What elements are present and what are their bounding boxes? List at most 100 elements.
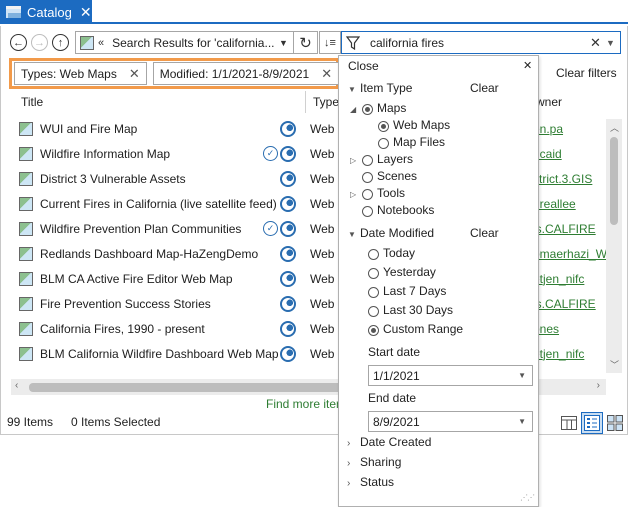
collapsed-section[interactable]: Status (360, 475, 394, 489)
owner-link[interactable]: etjen_nifc (533, 272, 584, 286)
expand-triangle-icon[interactable]: ▷ (350, 156, 356, 165)
chevron-down-icon[interactable]: ▼ (348, 230, 356, 239)
back-button[interactable]: ← (10, 34, 27, 51)
expanded-triangle-icon[interactable]: ◢ (350, 105, 356, 114)
item-type-option[interactable]: Map Files (393, 135, 445, 149)
chevron-down-icon[interactable]: ▼ (348, 85, 356, 94)
authoritative-check-icon: ✓ (263, 146, 278, 161)
item-type-option[interactable]: Layers (377, 152, 413, 166)
location-bar[interactable]: « Search Results for 'california... ▼ ↻ (75, 31, 318, 54)
date-option[interactable]: Last 30 Days (383, 303, 453, 317)
breadcrumb-overflow[interactable]: « (98, 37, 104, 49)
item-type-option[interactable]: Maps (377, 101, 406, 115)
item-type-option[interactable]: Scenes (377, 169, 417, 183)
column-divider[interactable] (305, 91, 306, 113)
radio-button[interactable] (368, 306, 379, 317)
scroll-thumb[interactable] (610, 137, 618, 225)
find-more-items-link[interactable]: Find more iter (266, 397, 340, 411)
owner-link[interactable]: dreallee (533, 197, 576, 211)
remove-chip-icon[interactable]: ✕ (129, 66, 140, 82)
web-map-icon (19, 146, 33, 161)
column-header-owner[interactable]: wner (536, 95, 562, 109)
tiles-view-icon (607, 415, 623, 431)
radio-button[interactable] (378, 138, 389, 149)
clear-search-icon[interactable]: ✕ (590, 35, 606, 51)
date-option[interactable]: Custom Range (383, 322, 463, 336)
item-title: Current Fires in California (live satell… (40, 196, 277, 211)
globe-icon (280, 170, 296, 187)
radio-button[interactable] (362, 104, 373, 115)
scroll-down-icon[interactable]: ﹀ (610, 358, 619, 371)
filter-panel: Close ✕ ▼ Item Type Clear ◢ Maps Web Maps M… (338, 55, 539, 507)
item-title: California Fires, 1990 - present (40, 321, 205, 336)
filter-chip-types[interactable]: Types: Web Maps ✕ (14, 62, 147, 85)
location-dropdown-icon[interactable]: ▼ (279, 38, 293, 48)
up-button[interactable]: ↑ (52, 34, 69, 51)
date-option[interactable]: Last 7 Days (383, 284, 446, 298)
search-dropdown-icon[interactable]: ▼ (606, 38, 620, 48)
resize-grip-icon[interactable]: ⋰⋰ (520, 493, 535, 502)
collapsed-section[interactable]: Date Created (360, 435, 431, 449)
clear-date-modified-button[interactable]: Clear (470, 226, 499, 240)
remove-chip-icon[interactable]: ✕ (321, 66, 332, 82)
chevron-right-icon[interactable]: › (347, 458, 350, 469)
owner-link[interactable]: etjen_nifc (533, 347, 584, 361)
item-type-option[interactable]: Tools (377, 186, 405, 200)
chevron-right-icon[interactable]: › (347, 438, 350, 449)
item-title: Fire Prevention Success Stories (40, 296, 211, 311)
end-date-picker[interactable]: 8/9/2021 ▼ (368, 411, 533, 432)
clear-filters-link[interactable]: Clear filters (556, 66, 617, 80)
owner-link[interactable]: is.CALFIRE (533, 297, 596, 311)
radio-button[interactable] (362, 206, 373, 217)
radio-button[interactable] (362, 189, 373, 200)
close-tab-icon[interactable]: ✕ (80, 4, 92, 21)
authoritative-check-icon: ✓ (263, 221, 278, 236)
date-option[interactable]: Yesterday (383, 265, 436, 279)
scroll-up-icon[interactable]: ︿ (610, 121, 619, 134)
refresh-button[interactable]: ↻ (293, 32, 317, 53)
close-filter-panel-link[interactable]: Close (348, 59, 379, 73)
owner-link[interactable]: omaerhazi_W (533, 247, 607, 261)
item-title: WUI and Fire Map (40, 121, 138, 136)
item-type-option[interactable]: Notebooks (377, 203, 434, 217)
table-view-button[interactable] (558, 412, 580, 434)
forward-button[interactable]: → (31, 34, 48, 51)
details-view-button[interactable] (581, 412, 603, 434)
scroll-left-icon[interactable]: ‹ (15, 380, 18, 391)
radio-button[interactable] (368, 287, 379, 298)
filter-icon[interactable] (342, 35, 364, 50)
collapsed-section[interactable]: Sharing (360, 455, 401, 469)
radio-button[interactable] (362, 155, 373, 166)
item-type-option[interactable]: Web Maps (393, 118, 450, 132)
owner-link[interactable]: is.CALFIRE (533, 222, 596, 236)
owner-link[interactable]: strict.3.GIS (533, 172, 592, 186)
vertical-scrollbar[interactable]: ︿ ﹀ (606, 119, 622, 373)
filter-chip-modified[interactable]: Modified: 1/1/2021-8/9/2021 ✕ (152, 62, 340, 85)
expand-triangle-icon[interactable]: ▷ (350, 190, 356, 199)
column-header-title[interactable]: Title (21, 95, 43, 109)
tiles-view-button[interactable] (604, 412, 626, 434)
globe-icon (280, 195, 296, 212)
details-view-icon (584, 415, 600, 431)
sort-button[interactable]: ↓≡ (319, 31, 341, 54)
date-dropdown-icon[interactable]: ▼ (518, 417, 526, 426)
radio-button[interactable] (362, 172, 373, 183)
radio-button[interactable] (378, 121, 389, 132)
chevron-right-icon[interactable]: › (347, 478, 350, 489)
search-input[interactable]: california fires (364, 36, 590, 50)
location-text: Search Results for 'california... (112, 35, 275, 50)
column-header-type[interactable]: Type (313, 95, 339, 109)
date-dropdown-icon[interactable]: ▼ (518, 371, 526, 380)
close-icon[interactable]: ✕ (523, 59, 532, 72)
clear-item-type-button[interactable]: Clear (470, 81, 499, 95)
radio-button[interactable] (368, 268, 379, 279)
search-box[interactable]: california fires ✕ ▼ (341, 31, 621, 54)
section-date-modified[interactable]: Date Modified (360, 226, 434, 240)
tab-catalog[interactable]: Catalog ✕ (0, 0, 92, 24)
scroll-right-icon[interactable]: › (597, 380, 600, 391)
radio-button[interactable] (368, 325, 379, 336)
section-item-type[interactable]: Item Type (360, 81, 412, 95)
date-option[interactable]: Today (383, 246, 415, 260)
radio-button[interactable] (368, 249, 379, 260)
start-date-picker[interactable]: 1/1/2021 ▼ (368, 365, 533, 386)
